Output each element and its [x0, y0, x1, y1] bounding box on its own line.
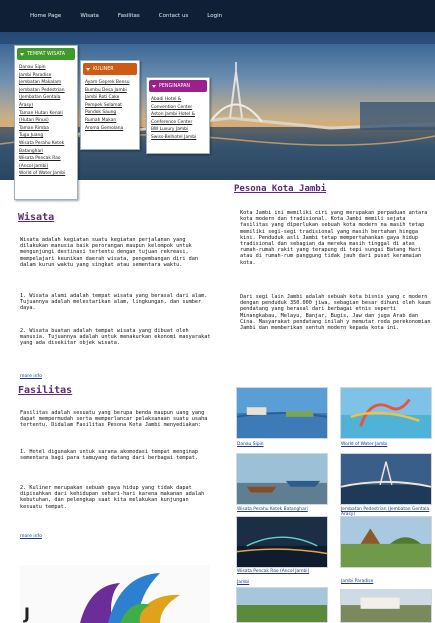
menu-item-roti-cake[interactable]: Jambi Roti Cake	[85, 94, 135, 102]
pesona-paragraph-1: Kota Jambi ini memiliki ciri yang merupa…	[240, 210, 431, 266]
fasilitas-title: Fasilitas	[18, 385, 73, 396]
gallery-thumb-extra[interactable]	[340, 589, 432, 623]
chevron-down-icon	[86, 67, 90, 71]
menu-item-ayam-geprek[interactable]: Ayam Geprek Bensu	[85, 79, 135, 87]
wisata-paragraph-2: 1. Wisata alami adalah tempat wisata yan…	[20, 293, 211, 312]
wisata-menu-header[interactable]: TEMPAT WISATA	[17, 48, 75, 60]
pesona-paragraph-2: Dari segi lain Jambi adalah sebuah kota …	[240, 294, 434, 332]
menu-item-jembatan-makalam[interactable]: Jembatan Makalam	[19, 79, 73, 87]
menu-item-bw-luxury[interactable]: BW Luxury Jambi	[151, 126, 205, 134]
penginapan-menu-header[interactable]: PENGINAPAN	[149, 80, 207, 92]
caption-perahu-ketek[interactable]: Wisata Perahu Ketek Batanghari	[237, 507, 308, 512]
top-nav: Home Page Wisata Fasilitas Contact us Lo…	[0, 0, 435, 32]
gallery-thumb-jambi[interactable]	[236, 587, 328, 623]
fasilitas-paragraph-2: 1. Hotel digunakan untuk sarana akomodas…	[20, 449, 202, 462]
chevron-down-icon	[152, 84, 156, 88]
chevron-down-icon	[20, 52, 24, 56]
svg-text:J: J	[23, 604, 30, 623]
gallery-thumb-danau-sipin[interactable]	[236, 387, 328, 439]
menu-item-perahu-ketek[interactable]: Wisata Perahu Ketek Batanghari	[19, 140, 73, 155]
menu-item-danau-sipin[interactable]: Danau Sipin	[19, 64, 73, 72]
fasilitas-paragraph-1: Fasilitas adalah sesuatu yang berupa ben…	[20, 410, 211, 429]
menu-item-abadi-hotel[interactable]: Abadi Hotel & Convention Center	[151, 96, 205, 111]
caption-world-of-water[interactable]: World of Water Jambi	[341, 442, 387, 447]
menu-item-world-of-water[interactable]: World of Water Jambi	[19, 170, 73, 178]
gallery-thumb-perahu-ketek[interactable]	[236, 453, 328, 505]
menu-item-jembatan-pedestrian[interactable]: Jembatan Pedestrian (Jembatan Gentala Ar…	[19, 87, 73, 110]
menu-item-aroma-gemolana[interactable]: Aroma Gemolana	[85, 125, 135, 133]
menu-item-swiss-belhotel[interactable]: Swiss-Belhotel Jambi	[151, 134, 205, 142]
menu-item-rumah-makan[interactable]: Rumah Makan	[85, 117, 135, 125]
menu-item-bumbu-desa[interactable]: Bumbu Desa Jambi	[85, 87, 135, 95]
wisata-paragraph-3: 2. Wisata buatan adalah tempat wisata ya…	[20, 328, 214, 347]
nav-fasilitas[interactable]: Fasilitas	[118, 13, 140, 19]
caption-jambi-paradise[interactable]: Jambi Paradise	[341, 579, 373, 584]
wisata-more-info-link[interactable]: more info	[20, 374, 42, 379]
menu-item-tugu-juang[interactable]: Tugu Juang	[19, 132, 73, 140]
site-logo: J	[20, 565, 210, 623]
nav-wisata[interactable]: Wisata	[80, 13, 99, 19]
wisata-menu-panel: TEMPAT WISATA Danau Sipin Jambi Paradise…	[14, 45, 78, 200]
menu-item-taman-hutan-kenali[interactable]: Taman Hutan Kenali (Hutan Pinus)	[19, 110, 73, 125]
nav-login[interactable]: Login	[207, 13, 222, 19]
menu-item-jambi-paradise[interactable]: Jambi Paradise	[19, 72, 73, 80]
caption-jambi[interactable]: Jambi	[237, 580, 249, 585]
pesona-title: Pesona Kota Jambi	[234, 184, 327, 194]
wisata-title: Wisata	[18, 212, 55, 223]
menu-item-pencak-rao[interactable]: Wisata Pencak Rao (Ancol Jambi)	[19, 155, 73, 170]
penginapan-menu-panel: PENGINAPAN Abadi Hotel & Convention Cent…	[146, 77, 210, 154]
kuliner-menu-header[interactable]: KULINER	[83, 63, 137, 75]
gallery-thumb-jambi-paradise[interactable]	[340, 516, 432, 568]
menu-item-taman-rimba[interactable]: Taman Rimba	[19, 125, 73, 133]
gallery-thumb-world-of-water[interactable]	[340, 387, 432, 439]
logo-graphic: J	[23, 573, 180, 623]
menu-item-aston-jambi[interactable]: Aston Jambi Hotel & Conference Center	[151, 111, 205, 126]
gallery-thumb-pencak-rao[interactable]	[236, 516, 328, 568]
gallery-thumb-jembatan-pedestrian[interactable]	[340, 453, 432, 505]
kuliner-menu-panel: KULINER Ayam Geprek Bensu Bumbu Desa Jam…	[80, 60, 140, 150]
fasilitas-paragraph-3: 2. Kuliner merupakan sebuah gaya hidup y…	[20, 485, 208, 510]
menu-item-pondok-saung[interactable]: Pondok Saung	[85, 109, 135, 117]
menu-item-pempek-selamat[interactable]: Pempek Selamat	[85, 102, 135, 110]
caption-pencak-rao[interactable]: Wisata Pencak Rao (Ancol Jambi)	[237, 569, 309, 574]
fasilitas-more-info-link[interactable]: more info	[20, 534, 42, 539]
nav-home[interactable]: Home Page	[30, 13, 61, 19]
wisata-paragraph-1: Wisata adalah kegiatan suatu kegiatan pe…	[20, 237, 202, 268]
caption-danau-sipin[interactable]: Danau Sipin	[237, 442, 264, 447]
nav-contact[interactable]: Contact us	[159, 13, 189, 19]
